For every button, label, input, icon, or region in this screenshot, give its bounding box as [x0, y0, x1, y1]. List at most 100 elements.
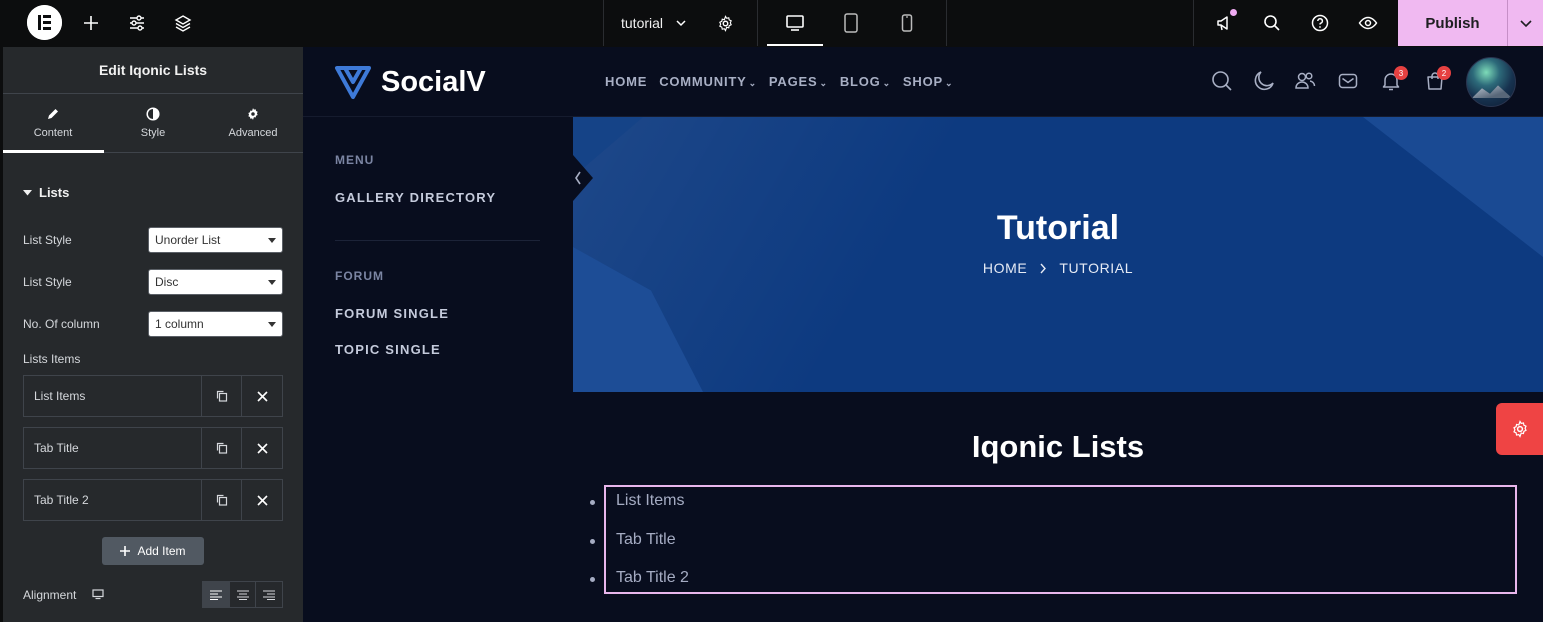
align-left-icon — [209, 589, 222, 600]
user-avatar[interactable] — [1466, 57, 1516, 107]
breadcrumb-home[interactable]: HOME — [983, 260, 1027, 276]
brand-logo[interactable]: SocialV — [334, 64, 486, 100]
section-toggle-lists[interactable]: Lists — [23, 185, 69, 200]
remove-button[interactable] — [242, 376, 282, 416]
tab-advanced[interactable]: Advanced — [203, 94, 303, 152]
preview-button[interactable] — [1352, 0, 1384, 46]
nav-label: COMMUNITY — [659, 74, 747, 89]
duplicate-button[interactable] — [202, 480, 242, 520]
floating-settings-button[interactable] — [1496, 403, 1543, 455]
nav-pages[interactable]: PAGES ⌄ — [769, 74, 828, 89]
add-item-button[interactable]: Add Item — [102, 537, 204, 565]
dark-mode-toggle[interactable] — [1253, 70, 1275, 92]
help-button[interactable] — [1304, 0, 1336, 46]
notification-badge: 3 — [1394, 66, 1408, 80]
list-style-select[interactable]: Unorder List — [148, 227, 283, 253]
chevron-right-icon — [1040, 263, 1047, 273]
divider — [1193, 0, 1194, 46]
desktop-view-button[interactable] — [767, 0, 823, 46]
site-settings-button[interactable] — [121, 0, 153, 46]
page-hero: Tutorial HOME TUTORIAL — [573, 117, 1543, 392]
sidebar-link-gallery-directory[interactable]: GALLERY DIRECTORY — [335, 190, 496, 205]
sidebar-heading-menu: MENU — [335, 153, 375, 167]
nav-shop[interactable]: SHOP ⌄ — [903, 74, 953, 89]
caret-down-icon — [23, 190, 32, 196]
list-item: Tab Title — [616, 531, 676, 548]
site-sidebar: MENU GALLERY DIRECTORY FORUM FORUM SINGL… — [303, 118, 573, 622]
divider — [946, 0, 947, 46]
tab-content[interactable]: Content — [3, 94, 103, 152]
copy-icon — [216, 442, 227, 454]
friends-button[interactable] — [1294, 70, 1316, 92]
site-search-button[interactable] — [1211, 70, 1233, 92]
nav-blog[interactable]: BLOG ⌄ — [840, 74, 891, 89]
duplicate-button[interactable] — [202, 428, 242, 468]
column-count-select[interactable]: 1 column — [148, 311, 283, 337]
iqonic-list-widget[interactable]: List Items Tab Title Tab Title 2 — [604, 485, 1517, 594]
align-center-button[interactable] — [230, 582, 257, 607]
publish-button[interactable]: Publish — [1398, 0, 1507, 46]
cart-badge: 2 — [1437, 66, 1451, 80]
list-bullet-select[interactable]: Disc — [148, 269, 283, 295]
align-right-button[interactable] — [256, 582, 282, 607]
page-settings-button[interactable] — [709, 0, 741, 46]
active-tab-indicator — [3, 150, 104, 153]
whats-new-button[interactable] — [1208, 0, 1240, 46]
repeater-item-title[interactable]: Tab Title 2 — [24, 480, 202, 520]
messages-button[interactable] — [1337, 70, 1359, 92]
structure-button[interactable] — [167, 0, 199, 46]
chevron-down-icon: ⌄ — [944, 78, 954, 88]
hero-decoration — [573, 117, 1543, 392]
remove-button[interactable] — [242, 480, 282, 520]
duplicate-button[interactable] — [202, 376, 242, 416]
chevron-down-icon: ⌄ — [748, 78, 757, 88]
active-device-indicator — [767, 44, 823, 46]
sidebar-toggle-button[interactable] — [573, 155, 595, 201]
tablet-view-button[interactable] — [823, 0, 879, 46]
page-name: tutorial — [621, 15, 664, 31]
plus-icon — [84, 16, 98, 30]
close-icon — [256, 442, 268, 454]
repeater-item[interactable]: List Items — [23, 375, 283, 417]
mail-icon — [1338, 73, 1358, 89]
tablet-icon — [844, 13, 858, 33]
divider — [757, 0, 758, 46]
layers-icon — [174, 15, 192, 32]
chevron-down-icon: ⌄ — [819, 78, 828, 88]
nav-label: SHOP — [902, 74, 943, 89]
tab-label: Style — [140, 127, 166, 139]
publish-options-button[interactable] — [1507, 0, 1543, 46]
breadcrumb: HOME TUTORIAL — [573, 260, 1543, 276]
chevron-left-icon — [573, 155, 593, 201]
repeater-item-title[interactable]: Tab Title — [24, 428, 202, 468]
sidebar-link-forum-single[interactable]: FORUM SINGLE — [335, 306, 449, 321]
section-title: Lists — [39, 185, 70, 200]
elementor-logo-icon[interactable] — [27, 5, 62, 40]
editor-topbar: tutorial Publish — [0, 0, 1543, 47]
eye-icon — [1358, 16, 1378, 30]
help-icon — [1311, 14, 1329, 32]
mobile-icon — [901, 14, 913, 32]
gear-icon — [248, 108, 258, 120]
remove-button[interactable] — [242, 428, 282, 468]
tab-style[interactable]: Style — [103, 94, 203, 152]
sliders-icon — [130, 15, 144, 31]
nav-home[interactable]: HOME — [605, 74, 647, 89]
hero-title: Tutorial — [996, 209, 1120, 247]
search-button[interactable] — [1256, 0, 1288, 46]
repeater-item[interactable]: Tab Title — [23, 427, 283, 469]
nav-community[interactable]: COMMUNITY ⌄ — [659, 74, 757, 89]
repeater-item-title[interactable]: List Items — [24, 376, 202, 416]
caret-down-icon — [268, 322, 276, 327]
caret-down-icon — [268, 280, 276, 285]
add-element-button[interactable] — [75, 0, 107, 46]
repeater-item[interactable]: Tab Title 2 — [23, 479, 283, 521]
sidebar-link-topic-single[interactable]: TOPIC SINGLE — [335, 342, 441, 357]
notification-dot — [1230, 9, 1237, 16]
mobile-view-button[interactable] — [879, 0, 935, 46]
list-bullet — [590, 539, 595, 544]
select-value: 1 column — [155, 317, 204, 331]
align-left-button[interactable] — [203, 582, 230, 607]
responsive-desktop-icon[interactable] — [92, 589, 104, 600]
chevron-down-icon — [1519, 20, 1532, 28]
